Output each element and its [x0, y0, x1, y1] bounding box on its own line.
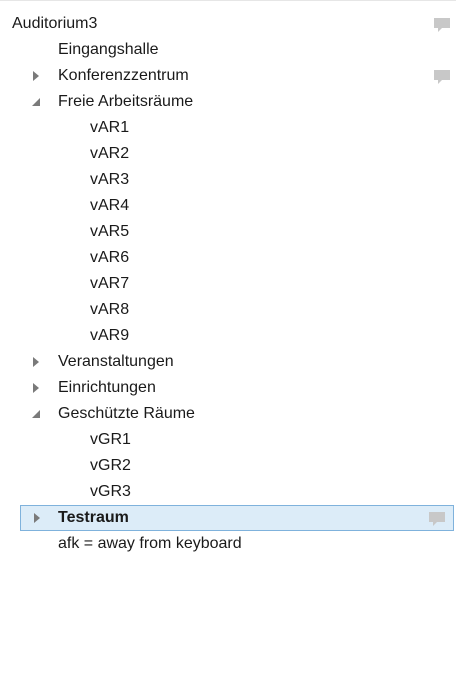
tree-item-var6[interactable]: vAR6 — [0, 245, 456, 271]
tree-item-label: Freie Arbeitsräume — [58, 93, 194, 110]
tree-item-label: Eingangshalle — [58, 41, 159, 58]
tree-item-vgr1[interactable]: vGR1 — [0, 427, 456, 453]
tree-item-label: vAR4 — [90, 197, 130, 214]
tree-item-label: vAR5 — [90, 223, 130, 240]
channel-tree: Auditorium3 Eingangshalle Konferenzzentr… — [0, 11, 456, 557]
tree-item-label: vAR1 — [90, 119, 130, 136]
triangle-down-icon[interactable] — [31, 409, 41, 419]
tree-item-label: vAR2 — [90, 145, 130, 162]
tree-root-label: Auditorium3 — [12, 15, 98, 32]
tree-item-afk[interactable]: afk = away from keyboard — [0, 531, 456, 557]
comment-icon[interactable] — [432, 17, 452, 33]
tree-item-var7[interactable]: vAR7 — [0, 271, 456, 297]
channel-tree-panel: Auditorium3 Eingangshalle Konferenzzentr… — [0, 0, 456, 686]
tree-item-label: afk = away from keyboard — [58, 535, 242, 552]
tree-item-geschuetzte-raeume[interactable]: Geschützte Räume — [0, 401, 456, 427]
tree-item-konferenzzentrum[interactable]: Konferenzzentrum — [0, 63, 456, 89]
tree-item-var5[interactable]: vAR5 — [0, 219, 456, 245]
tree-item-label: Testraum — [58, 509, 129, 526]
tree-item-label: vAR8 — [90, 301, 130, 318]
tree-item-veranstaltungen[interactable]: Veranstaltungen — [0, 349, 456, 375]
tree-item-label: vAR9 — [90, 327, 130, 344]
tree-item-label: vGR1 — [90, 431, 131, 448]
triangle-right-icon[interactable] — [32, 513, 42, 523]
tree-item-label: Geschützte Räume — [58, 405, 195, 422]
tree-item-var2[interactable]: vAR2 — [0, 141, 456, 167]
comment-icon[interactable] — [427, 511, 447, 527]
triangle-right-icon[interactable] — [31, 71, 41, 81]
tree-item-testraum[interactable]: Testraum — [20, 505, 454, 531]
tree-item-vgr3[interactable]: vGR3 — [0, 479, 456, 505]
triangle-right-icon[interactable] — [31, 357, 41, 367]
tree-item-label: vGR3 — [90, 483, 131, 500]
tree-item-var1[interactable]: vAR1 — [0, 115, 456, 141]
tree-item-label: Einrichtungen — [58, 379, 156, 396]
tree-item-label: Veranstaltungen — [58, 353, 174, 370]
tree-item-label: vAR3 — [90, 171, 130, 188]
comment-icon[interactable] — [432, 69, 452, 85]
tree-item-var8[interactable]: vAR8 — [0, 297, 456, 323]
tree-item-label: vAR7 — [90, 275, 130, 292]
triangle-down-icon[interactable] — [31, 97, 41, 107]
triangle-right-icon[interactable] — [31, 383, 41, 393]
tree-item-var4[interactable]: vAR4 — [0, 193, 456, 219]
tree-item-label: vGR2 — [90, 457, 131, 474]
tree-item-var3[interactable]: vAR3 — [0, 167, 456, 193]
tree-root-auditorium3[interactable]: Auditorium3 — [0, 11, 456, 37]
tree-item-vgr2[interactable]: vGR2 — [0, 453, 456, 479]
tree-item-var9[interactable]: vAR9 — [0, 323, 456, 349]
tree-item-einrichtungen[interactable]: Einrichtungen — [0, 375, 456, 401]
tree-item-freie-arbeitsraeume[interactable]: Freie Arbeitsräume — [0, 89, 456, 115]
tree-item-label: Konferenzzentrum — [58, 67, 189, 84]
tree-item-eingangshalle[interactable]: Eingangshalle — [0, 37, 456, 63]
tree-item-label: vAR6 — [90, 249, 130, 266]
